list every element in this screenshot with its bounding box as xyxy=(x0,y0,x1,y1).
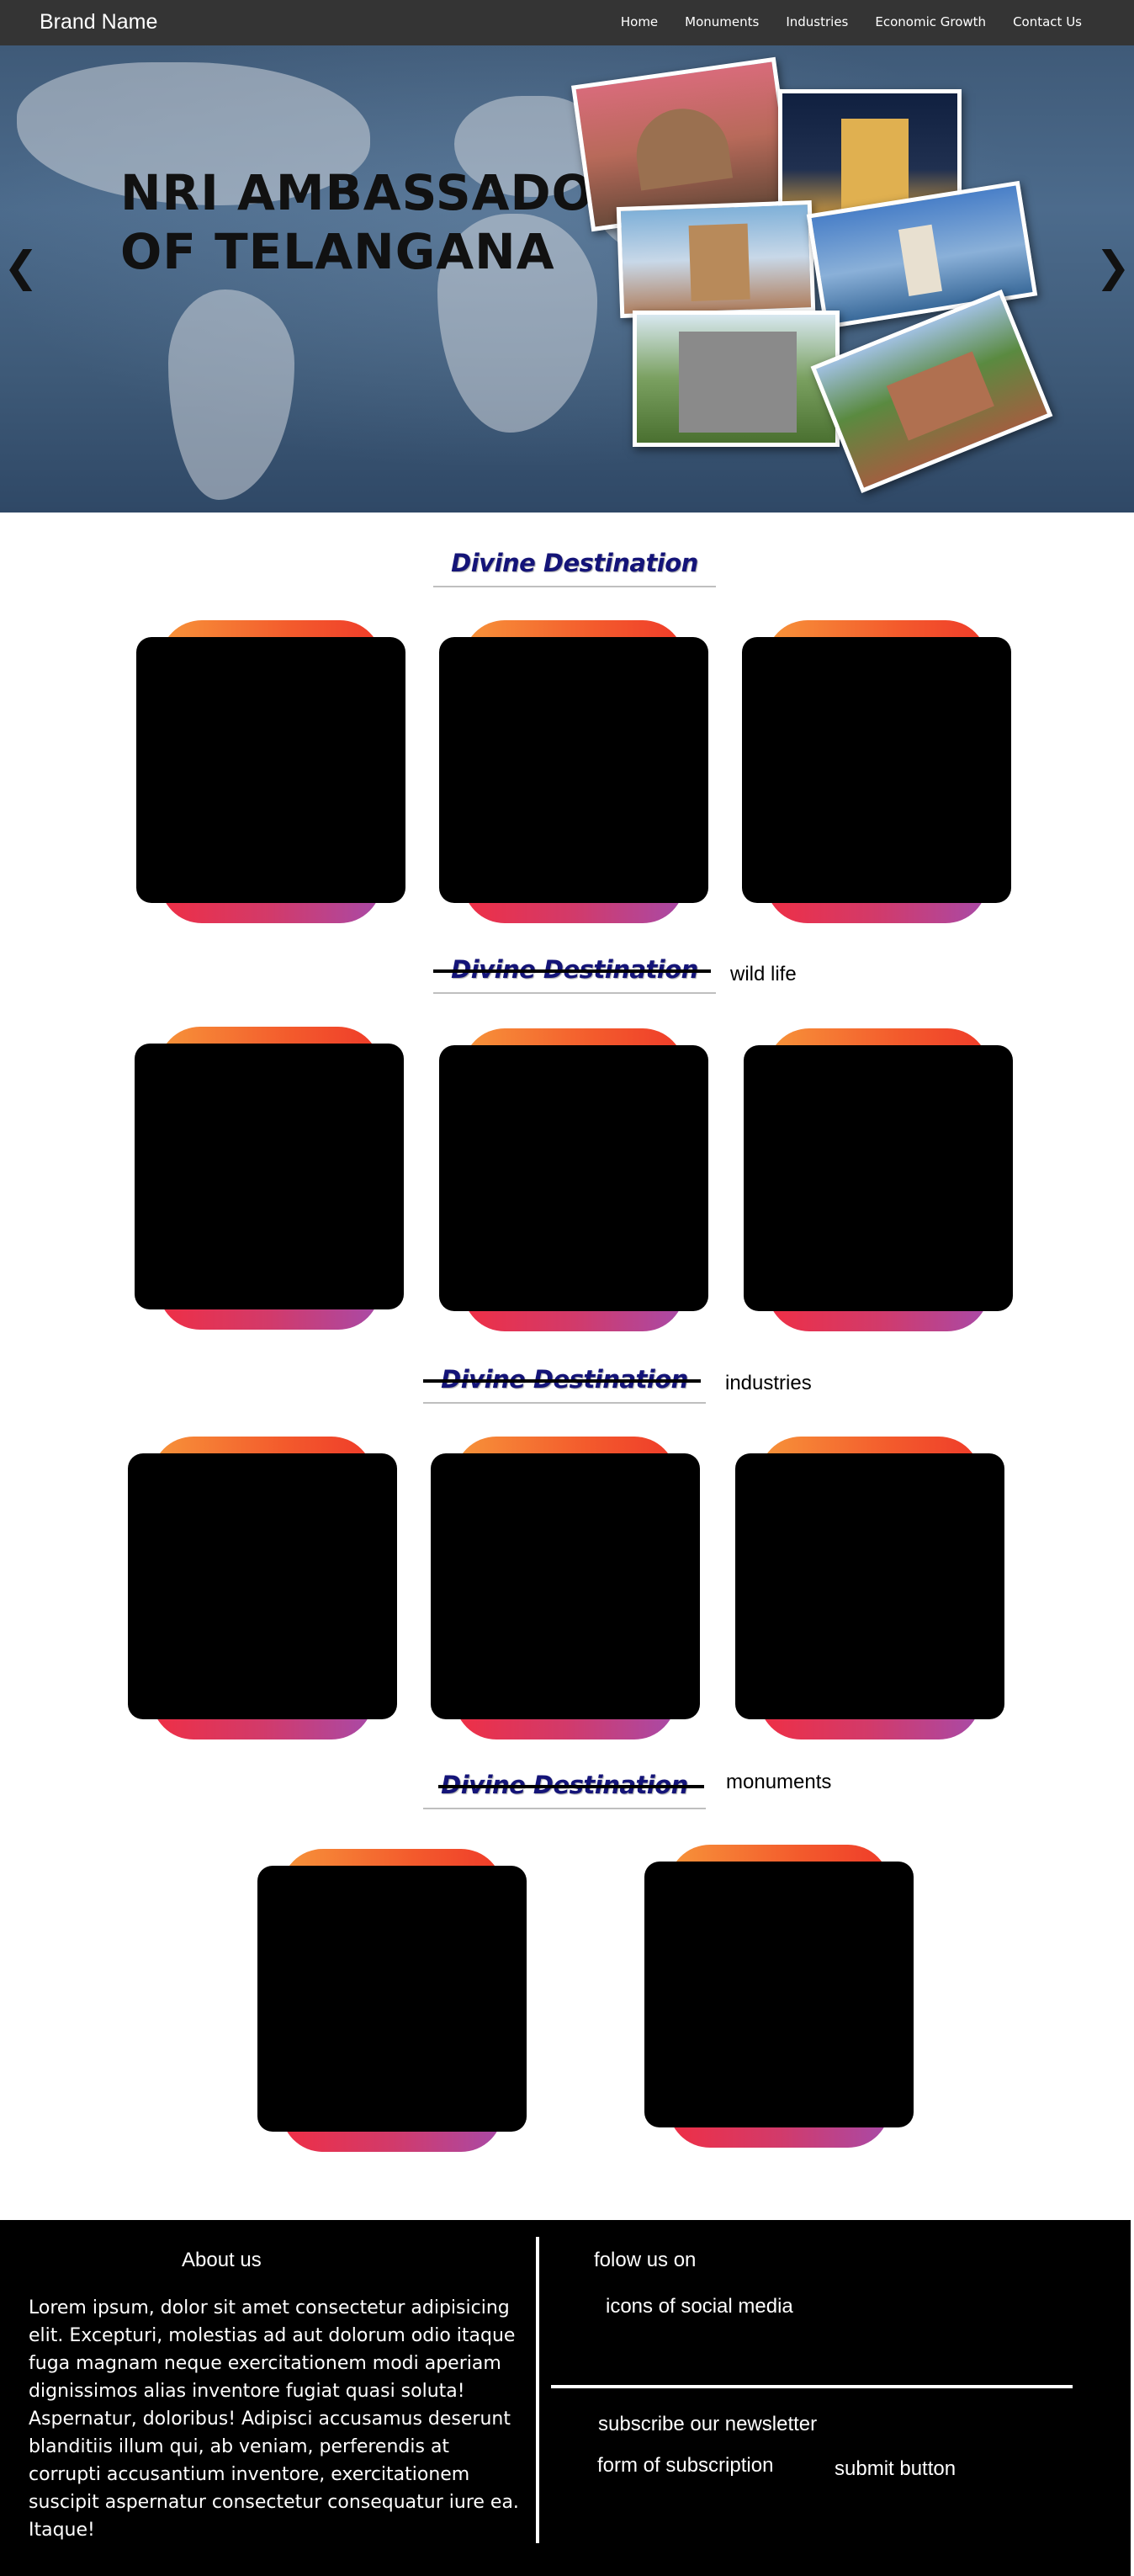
card-image xyxy=(735,1453,1004,1719)
section-heading-1: Divine Destination xyxy=(433,549,716,587)
nav-link-contact-us[interactable]: Contact Us xyxy=(1013,14,1082,29)
destination-card[interactable] xyxy=(431,1437,700,1739)
hero-title-line-2: OF TELANGANA xyxy=(120,223,555,280)
card-image xyxy=(257,1866,527,2132)
destination-card[interactable] xyxy=(644,1845,914,2148)
about-us-text: Lorem ipsum, dolor sit amet consectetur … xyxy=(29,2297,519,2541)
follow-us-title: folow us on xyxy=(594,2249,697,2271)
card-image xyxy=(439,637,708,903)
destination-card[interactable] xyxy=(439,620,708,923)
section-title-1: Divine Destination xyxy=(451,549,698,577)
card-image xyxy=(136,637,405,903)
card-image xyxy=(439,1045,708,1311)
hero-title-line-1: NRI AMBASSADOR xyxy=(120,164,633,221)
footer-horizontal-divider xyxy=(551,2385,1073,2388)
carousel-next-arrow[interactable]: ❯ xyxy=(1095,242,1131,291)
hero-carousel: NRI AMBASSADOR OF TELANGANA ❮ ❯ xyxy=(0,45,1134,513)
card-image xyxy=(744,1045,1013,1311)
section-label-industries: industries xyxy=(725,1372,812,1394)
nav-link-industries[interactable]: Industries xyxy=(786,14,848,29)
submit-button[interactable]: submit button xyxy=(835,2457,956,2481)
card-image xyxy=(431,1453,700,1719)
section-underline-3 xyxy=(423,1402,706,1404)
nav-links: Home Monuments Industries Economic Growt… xyxy=(621,14,1082,29)
subscription-form[interactable]: form of subscription xyxy=(597,2454,773,2478)
nav-link-home[interactable]: Home xyxy=(621,14,658,29)
card-image xyxy=(135,1044,404,1309)
brand-name[interactable]: Brand Name xyxy=(40,10,157,35)
destination-card[interactable] xyxy=(128,1437,397,1739)
photo-kakatiya-arch xyxy=(633,311,840,447)
section-heading-3: Divine Destination xyxy=(423,1365,706,1404)
section-heading-4: Divine Destination xyxy=(423,1771,706,1809)
card-image xyxy=(644,1862,914,2127)
destination-card[interactable] xyxy=(735,1437,1004,1739)
card-image xyxy=(742,637,1011,903)
navbar: Brand Name Home Monuments Industries Eco… xyxy=(0,0,1134,45)
nav-link-economic-growth[interactable]: Economic Growth xyxy=(875,14,986,29)
hero-title: NRI AMBASSADOR OF TELANGANA xyxy=(120,163,633,281)
carousel-prev-arrow[interactable]: ❮ xyxy=(3,242,39,291)
photo-temple xyxy=(616,199,816,319)
footer: About us Lorem ipsum, dolor sit amet con… xyxy=(0,2220,1131,2576)
destination-card[interactable] xyxy=(439,1028,708,1331)
section-underline-2 xyxy=(433,992,716,994)
footer-vertical-divider xyxy=(536,2237,539,2543)
section-underline-4 xyxy=(423,1808,706,1809)
destination-card[interactable] xyxy=(136,620,405,923)
map-south-america xyxy=(168,289,294,500)
strikethrough-line xyxy=(438,1785,704,1788)
destination-card[interactable] xyxy=(742,620,1011,923)
destination-card[interactable] xyxy=(257,1849,527,2152)
subscribe-title: subscribe our newsletter xyxy=(598,2413,818,2435)
section-label-wild-life: wild life xyxy=(730,963,797,985)
strikethrough-line xyxy=(423,1379,701,1383)
about-us-title: About us xyxy=(182,2249,262,2271)
section-heading-2: Divine Destination xyxy=(433,955,716,994)
card-image xyxy=(128,1453,397,1719)
section-label-monuments: monuments xyxy=(726,1771,832,1793)
section-underline-1 xyxy=(433,586,716,587)
strikethrough-line xyxy=(433,969,711,973)
destination-card[interactable] xyxy=(135,1027,404,1330)
nav-link-monuments[interactable]: Monuments xyxy=(685,14,759,29)
destination-card[interactable] xyxy=(744,1028,1013,1331)
social-icons-placeholder[interactable]: icons of social media xyxy=(606,2295,793,2318)
